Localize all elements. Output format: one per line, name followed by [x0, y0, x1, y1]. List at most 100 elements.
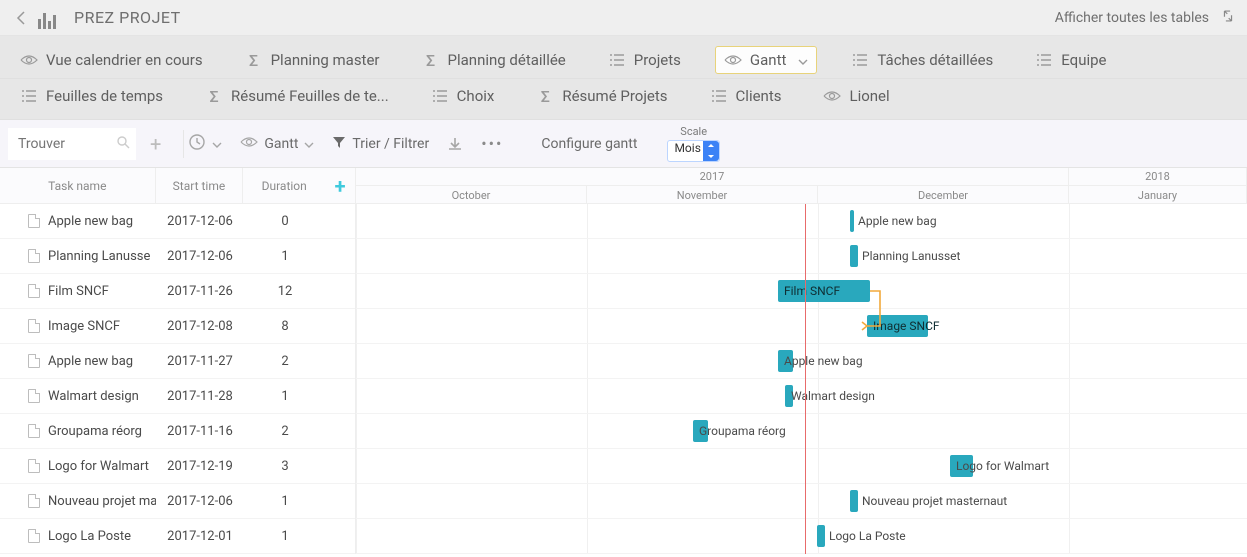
gantt-bar[interactable]: Groupama réorg	[693, 420, 708, 442]
tab-feuilles-de-temps[interactable]: Feuilles de temps	[12, 83, 171, 109]
tab-label: Vue calendrier en cours	[46, 51, 203, 69]
gantt-bar[interactable]: Apple new bag	[850, 210, 854, 232]
month-header: November	[587, 186, 818, 204]
task-start: 2017-12-19	[156, 459, 244, 474]
tab-choix[interactable]: Choix	[423, 83, 503, 109]
list-icon	[710, 87, 728, 105]
table-row[interactable]: Logo La Poste2017-12-011	[0, 519, 355, 554]
task-start: 2017-12-06	[156, 494, 244, 509]
add-button[interactable]: +	[150, 132, 161, 156]
tab-equipe[interactable]: Equipe	[1027, 47, 1114, 73]
gantt-row: Film SNCF	[356, 274, 1247, 309]
collapse-icon[interactable]	[1221, 8, 1235, 27]
task-name: Walmart design	[48, 389, 139, 404]
tab-clients[interactable]: Clients	[702, 83, 790, 109]
column-header-start[interactable]: Start time	[156, 168, 244, 203]
filter-icon	[332, 135, 346, 153]
eye-icon	[20, 51, 38, 69]
tab-planning-d-taill-e[interactable]: ΣPlanning détaillée	[414, 47, 574, 73]
tab-r-sum-feuilles-de-te-[interactable]: Σ Résumé Feuilles de te...	[197, 83, 397, 109]
gantt-view-label: Gantt	[264, 136, 298, 152]
task-name: Groupama réorg	[48, 424, 142, 439]
table-row[interactable]: Walmart design2017-11-281	[0, 379, 355, 414]
table-row[interactable]: Film SNCF2017-11-2612	[0, 274, 355, 309]
tab-label: Choix	[457, 87, 495, 105]
gantt-bar-label: Nouveau projet masternaut	[858, 494, 1007, 508]
gantt-bar[interactable]: Nouveau projet masternaut	[850, 490, 858, 512]
gantt-bar[interactable]: Logo La Poste	[817, 525, 825, 547]
select-arrows-icon	[703, 141, 719, 161]
download-button[interactable]	[447, 136, 463, 152]
gantt-bar-label: Logo for Walmart	[952, 459, 1049, 473]
gantt-bar-label: Walmart design	[787, 389, 875, 403]
gantt-row: Planning Lanusset	[356, 239, 1247, 274]
tab-label: Résumé Projets	[562, 87, 667, 105]
configure-gantt-button[interactable]: Configure gantt	[541, 136, 637, 152]
gantt-bar[interactable]: Logo for Walmart	[950, 455, 973, 477]
document-icon	[28, 494, 40, 508]
add-column-button[interactable]: +	[325, 168, 355, 203]
task-name: Planning Lanusse	[48, 249, 150, 264]
gantt-row: Nouveau projet masternaut	[356, 484, 1247, 519]
table-row[interactable]: Image SNCF2017-12-088	[0, 309, 355, 344]
configure-gantt-label: Configure gantt	[541, 136, 637, 152]
document-icon	[28, 529, 40, 543]
task-duration: 1	[244, 494, 326, 509]
column-header-duration[interactable]: Duration	[243, 168, 325, 203]
tab-label: Lionel	[849, 87, 889, 105]
tab-label: Clients	[736, 87, 782, 105]
sort-filter-label: Trier / Filtrer	[352, 136, 429, 152]
gantt-view-button[interactable]: Gantt	[240, 136, 314, 152]
tab-r-sum-projets[interactable]: ΣRésumé Projets	[528, 83, 675, 109]
task-name: Apple new bag	[48, 354, 133, 369]
gantt-bar-label: Apple new bag	[854, 214, 937, 228]
tab-gantt[interactable]: Gantt	[715, 46, 817, 74]
show-all-tables-link[interactable]: Afficher toutes les tables	[1055, 10, 1209, 26]
tab-planning-master[interactable]: ΣPlanning master	[237, 47, 388, 73]
search-input-wrapper[interactable]	[8, 128, 136, 160]
document-icon	[28, 389, 40, 403]
tab-vue-calendrier-en-cours[interactable]: Vue calendrier en cours	[12, 47, 211, 73]
search-input[interactable]	[18, 136, 108, 152]
gantt-bar-label: Logo La Poste	[825, 529, 906, 543]
gantt-bar[interactable]: Walmart design	[785, 385, 793, 407]
back-button[interactable]	[12, 9, 30, 27]
gantt-row: Apple new bag	[356, 204, 1247, 239]
task-name: Nouveau projet ma	[48, 494, 156, 509]
table-row[interactable]: Apple new bag 2017-11-272	[0, 344, 355, 379]
tab-label: Résumé Feuilles de te...	[231, 87, 389, 105]
history-button[interactable]	[188, 133, 222, 155]
task-start: 2017-11-27	[156, 354, 244, 369]
task-start: 2017-12-08	[156, 319, 244, 334]
table-row[interactable]: Apple new bag2017-12-060	[0, 204, 355, 239]
list-icon	[608, 51, 626, 69]
table-row[interactable]: Nouveau projet ma2017-12-061	[0, 484, 355, 519]
document-icon	[28, 249, 40, 263]
table-row[interactable]: Planning Lanusse2017-12-061	[0, 239, 355, 274]
scale-select[interactable]: Mois	[667, 140, 719, 162]
tab-label: Gantt	[750, 51, 786, 69]
table-row[interactable]: Logo for Walmart2017-12-193	[0, 449, 355, 484]
tab-label: Equipe	[1061, 51, 1106, 69]
sigma-icon: Σ	[205, 87, 223, 105]
gantt-row: Logo for Walmart	[356, 449, 1247, 484]
task-duration: 2	[244, 354, 326, 369]
chevron-down-icon	[212, 136, 222, 152]
gantt-bar[interactable]: Planning Lanusset	[850, 245, 858, 267]
more-button[interactable]: •••	[481, 134, 503, 153]
task-duration: 1	[244, 389, 326, 404]
tab-lionel[interactable]: Lionel	[815, 83, 897, 109]
column-header-task[interactable]: Task name	[0, 168, 156, 203]
list-icon	[20, 87, 38, 105]
gantt-row: Apple new bag	[356, 344, 1247, 379]
gantt-bar-label: Film SNCF	[778, 284, 840, 298]
document-icon	[28, 284, 40, 298]
table-row[interactable]: Groupama réorg2017-11-162	[0, 414, 355, 449]
sort-filter-button[interactable]: Trier / Filtrer	[332, 135, 429, 153]
document-icon	[28, 354, 40, 368]
tab-t-ches-d-taill-es[interactable]: Tâches détaillées	[843, 47, 1001, 73]
gantt-bar[interactable]: Film SNCF	[778, 280, 870, 302]
gantt-bar[interactable]: Image SNCF	[867, 315, 928, 337]
tab-projets[interactable]: Projets	[600, 47, 689, 73]
gantt-bar[interactable]: Apple new bag	[778, 350, 793, 372]
